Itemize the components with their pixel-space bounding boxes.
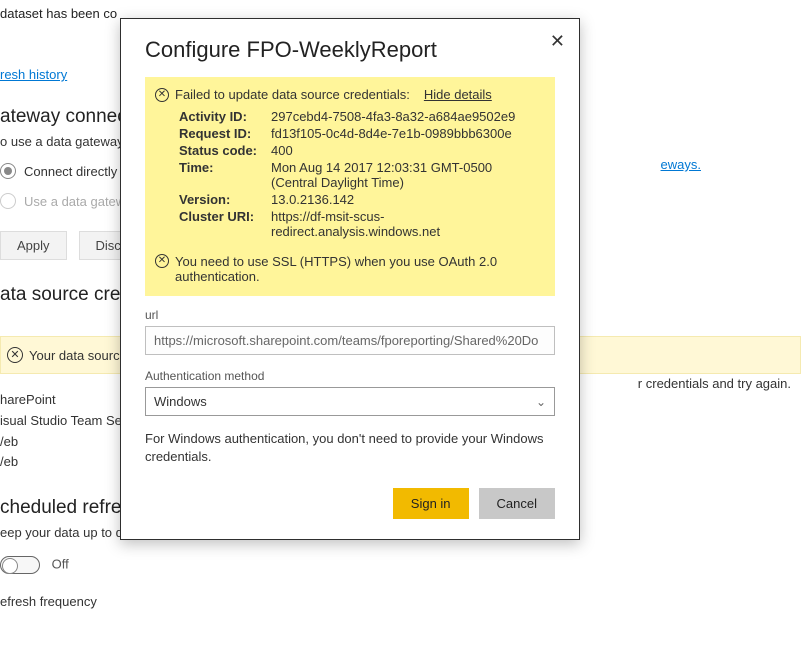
error-x-icon: ✕ bbox=[7, 347, 23, 363]
dialog-title: Configure FPO-WeeklyReport bbox=[145, 37, 555, 63]
radio-icon bbox=[0, 193, 16, 209]
cluster-uri-label: Cluster URI: bbox=[175, 208, 267, 240]
radio-icon bbox=[0, 163, 16, 179]
request-id-value: fd13f105-0c4d-8d4e-7e1b-0989bbb6300e bbox=[267, 125, 545, 142]
radio-label: Connect directly bbox=[24, 164, 117, 179]
version-label: Version: bbox=[175, 191, 267, 208]
url-label: url bbox=[145, 308, 555, 322]
refresh-history-link[interactable]: resh history bbox=[0, 67, 67, 82]
url-input[interactable]: https://microsoft.sharepoint.com/teams/f… bbox=[145, 326, 555, 355]
status-code-value: 400 bbox=[267, 142, 545, 159]
error-x-icon: ✕ bbox=[155, 88, 169, 102]
auth-method-value: Windows bbox=[154, 394, 207, 409]
configure-datasource-dialog: ✕ Configure FPO-WeeklyReport ✕ Failed to… bbox=[120, 18, 580, 540]
version-value: 13.0.2136.142 bbox=[267, 191, 545, 208]
error-banner-text: Your data sourc bbox=[29, 348, 120, 363]
table-row: Cluster URI:https://df-msit-scus-redirec… bbox=[175, 208, 545, 240]
table-row: Status code:400 bbox=[175, 142, 545, 159]
chevron-down-icon: ⌄ bbox=[536, 395, 546, 409]
auth-method-label: Authentication method bbox=[145, 369, 555, 383]
error-x-icon: ✕ bbox=[155, 254, 169, 268]
auth-help-text: For Windows authentication, you don't ne… bbox=[145, 430, 555, 466]
apply-button[interactable]: Apply bbox=[0, 231, 67, 260]
refresh-frequency-label: efresh frequency bbox=[0, 594, 801, 609]
auth-method-select[interactable]: Windows ⌄ bbox=[145, 387, 555, 416]
cancel-button[interactable]: Cancel bbox=[479, 488, 555, 519]
status-code-label: Status code: bbox=[175, 142, 267, 159]
radio-label: Use a data gatew bbox=[24, 194, 125, 209]
activity-id-label: Activity ID: bbox=[175, 108, 267, 125]
table-row: Request ID:fd13f105-0c4d-8d4e-7e1b-0989b… bbox=[175, 125, 545, 142]
hide-details-link[interactable]: Hide details bbox=[424, 87, 492, 102]
toggle-label: Off bbox=[52, 557, 69, 572]
time-value: Mon Aug 14 2017 12:03:31 GMT-0500 (Centr… bbox=[267, 159, 545, 191]
cluster-uri-value: https://df-msit-scus-redirect.analysis.w… bbox=[267, 208, 545, 240]
request-id-label: Request ID: bbox=[175, 125, 267, 142]
close-icon[interactable]: ✕ bbox=[550, 31, 565, 52]
activity-id-value: 297cebd4-7508-4fa3-8a32-a684ae9502e9 bbox=[267, 108, 545, 125]
table-row: Activity ID:297cebd4-7508-4fa3-8a32-a684… bbox=[175, 108, 545, 125]
sign-in-button[interactable]: Sign in bbox=[393, 488, 469, 519]
scheduled-refresh-toggle-row: Off bbox=[0, 556, 801, 574]
error-details-table: Activity ID:297cebd4-7508-4fa3-8a32-a684… bbox=[175, 108, 545, 240]
table-row: Version:13.0.2136.142 bbox=[175, 191, 545, 208]
error-message: Failed to update data source credentials… bbox=[175, 87, 410, 102]
toggle-switch[interactable] bbox=[0, 556, 40, 574]
time-label: Time: bbox=[175, 159, 267, 191]
error-banner-text-right: r credentials and try again. bbox=[638, 376, 791, 391]
gateways-link[interactable]: eways. bbox=[661, 157, 701, 172]
table-row: Time:Mon Aug 14 2017 12:03:31 GMT-0500 (… bbox=[175, 159, 545, 191]
ssl-required-message: You need to use SSL (HTTPS) when you use… bbox=[175, 254, 545, 284]
error-details-box: ✕ Failed to update data source credentia… bbox=[145, 77, 555, 296]
